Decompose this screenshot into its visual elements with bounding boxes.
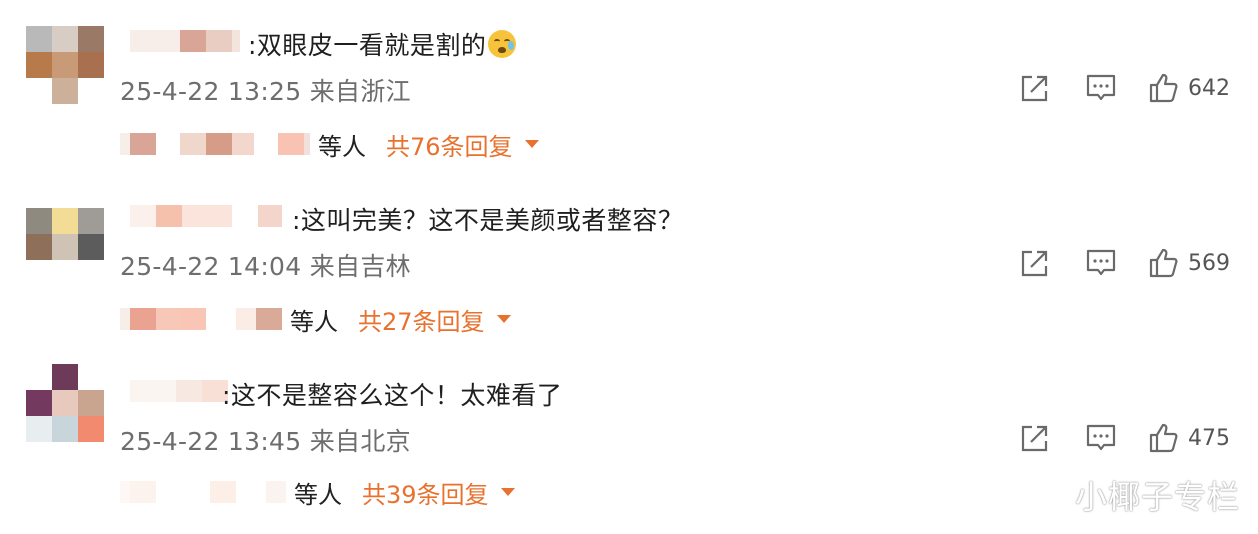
comment-button[interactable] (1084, 420, 1118, 456)
replies-row[interactable]: 等人 共76条回复 (120, 126, 539, 162)
comment-button[interactable] (1084, 245, 1118, 281)
crying-face-icon (488, 30, 517, 58)
comment-actions: 569 (1018, 245, 1238, 281)
reply-users-suffix: 等人 (318, 132, 366, 161)
comment-icon (1086, 424, 1116, 451)
comment-actions: 475 (1018, 420, 1238, 456)
like-button[interactable]: 475 (1148, 420, 1230, 456)
like-button[interactable]: 569 (1148, 245, 1230, 281)
replies-row[interactable]: 等人 共39条回复 (120, 474, 515, 510)
reply-users-suffix: 等人 (294, 480, 342, 509)
comment-icon (1086, 74, 1116, 101)
avatar[interactable] (26, 26, 104, 104)
share-button[interactable] (1018, 420, 1052, 456)
like-count: 569 (1188, 250, 1230, 276)
comment-text: :双眼皮一看就是割的 (248, 26, 517, 62)
timestamp: 25-4-22 13:45 (120, 427, 302, 456)
username-blurred[interactable] (130, 378, 228, 404)
location: 来自浙江 (309, 77, 411, 106)
avatar[interactable] (26, 208, 104, 286)
caret-down-icon (500, 488, 515, 496)
share-icon (1021, 425, 1048, 452)
comment-text: :这不是整容么这个！太难看了 (222, 381, 563, 410)
share-button[interactable] (1018, 70, 1052, 106)
caret-down-icon (524, 140, 539, 148)
reply-users-suffix: 等人 (290, 307, 338, 336)
share-icon (1021, 250, 1048, 277)
thumbs-up-icon (1149, 423, 1178, 453)
comment-text: :这叫完美？这不是美颜或者整容？ (292, 206, 684, 235)
reply-count-link[interactable]: 共76条回复 (386, 127, 513, 162)
share-button[interactable] (1018, 245, 1052, 281)
like-button[interactable]: 642 (1148, 70, 1230, 106)
reply-users-blurred (120, 479, 286, 505)
thumbs-up-icon (1149, 248, 1178, 278)
comment-icon (1086, 249, 1116, 276)
comment-item: :双眼皮一看就是割的 25-4-22 13:25 来自浙江 642 等人 共76… (0, 0, 1258, 175)
replies-row[interactable]: 等人 共27条回复 (120, 301, 511, 337)
watermark: 小椰子专栏 (1074, 478, 1240, 516)
comment-meta: 25-4-22 13:25 来自浙江 (120, 72, 411, 108)
reply-users-blurred (120, 131, 310, 157)
caret-down-icon (496, 315, 511, 323)
timestamp: 25-4-22 14:04 (120, 252, 302, 281)
location: 来自北京 (309, 427, 411, 456)
comment-meta: 25-4-22 13:45 来自北京 (120, 422, 411, 458)
username-blurred[interactable] (130, 28, 240, 54)
avatar[interactable] (26, 364, 104, 442)
comment-item: :这不是整容么这个！太难看了 25-4-22 13:45 来自北京 475 等人… (0, 350, 1258, 525)
share-icon (1021, 75, 1048, 102)
reply-count-link[interactable]: 共39条回复 (362, 475, 489, 510)
comment-button[interactable] (1084, 70, 1118, 106)
comment-meta: 25-4-22 14:04 来自吉林 (120, 247, 411, 283)
timestamp: 25-4-22 13:25 (120, 77, 302, 106)
reply-count-link[interactable]: 共27条回复 (358, 302, 485, 337)
location: 来自吉林 (309, 252, 411, 281)
comment-actions: 642 (1018, 70, 1238, 106)
like-count: 475 (1188, 425, 1230, 451)
comment-item: :这叫完美？这不是美颜或者整容？ 25-4-22 14:04 来自吉林 569 … (0, 175, 1258, 350)
username-blurred[interactable] (130, 203, 282, 229)
thumbs-up-icon (1149, 73, 1178, 103)
reply-users-blurred (120, 306, 282, 332)
like-count: 642 (1188, 75, 1230, 101)
